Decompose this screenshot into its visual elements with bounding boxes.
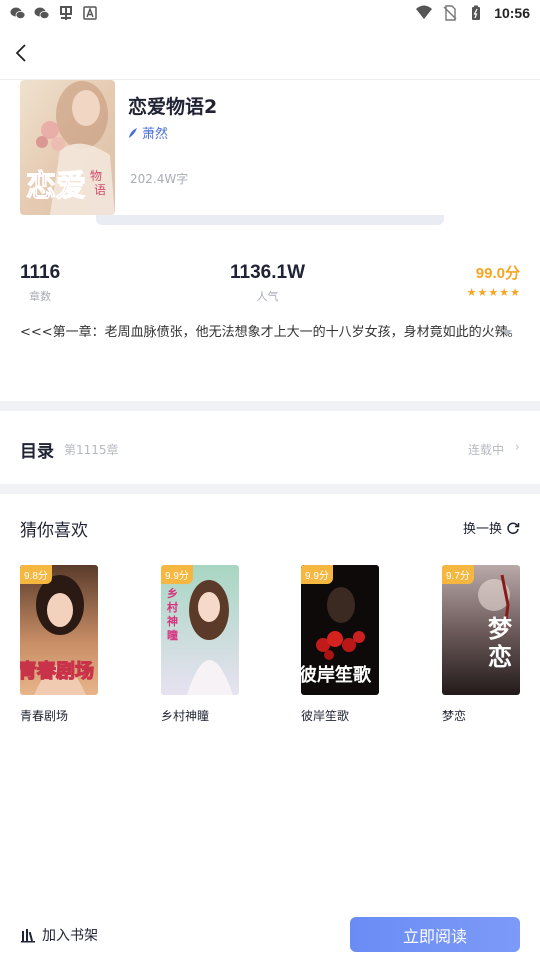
recommend-item[interactable]: 乡 村 神 瞳 9.9分 乡村神瞳	[161, 565, 241, 724]
latest-chapter: 第1115章	[64, 443, 119, 457]
score-value: 99.0分	[475, 265, 520, 282]
star-icon: ★	[488, 286, 499, 299]
svg-text:神: 神	[167, 614, 178, 628]
cover-shadow	[96, 215, 444, 225]
recommend-score: 9.8分	[20, 565, 52, 584]
author-name: 萧然	[142, 127, 169, 142]
serial-status: 连载中	[467, 443, 504, 457]
refresh-icon	[507, 522, 520, 534]
section-divider	[0, 401, 540, 411]
popularity-label: 人气	[256, 290, 279, 303]
recommend-name: 乡村神瞳	[161, 709, 210, 723]
status-time: 10:56	[494, 5, 530, 21]
recommend-score: 9.7分	[442, 565, 474, 584]
recommend-cover: 乡 村 神 瞳 9.9分	[161, 565, 239, 695]
chevron-left-icon	[15, 44, 26, 62]
catalog-title: 目录	[20, 442, 54, 462]
read-now-button[interactable]: 立即阅读	[350, 917, 520, 952]
add-to-shelf-button[interactable]: 加入书架	[20, 925, 98, 945]
star-icon: ★	[510, 286, 520, 299]
no-sim-icon	[443, 5, 457, 21]
bookshelf-icon	[21, 929, 35, 943]
catalog-row[interactable]: 目录 第1115章 连载中 ›	[0, 412, 540, 484]
recommend-cover-title: 彼岸笙歌	[301, 664, 372, 686]
refresh-button[interactable]: 换一换	[463, 518, 520, 537]
recommend-item[interactable]: 彼岸笙歌 9.9分 彼岸笙歌	[301, 565, 381, 724]
cover-title-text: 恋爱	[26, 169, 86, 204]
back-button[interactable]	[6, 38, 36, 68]
refresh-label: 换一换	[462, 522, 502, 537]
recommend-title: 猜你喜欢	[20, 521, 88, 541]
recommend-item[interactable]: 青春剧场 9.8分 青春剧场	[20, 565, 100, 724]
recommend-name: 梦恋	[442, 709, 467, 723]
star-icon: ★	[477, 286, 488, 299]
status-bar: 10:56	[0, 0, 540, 26]
chevron-right-icon: ›	[514, 440, 520, 455]
recommend-name: 青春剧场	[20, 709, 69, 723]
battery-icon	[472, 5, 481, 20]
recommend-score: 9.9分	[301, 565, 333, 584]
popularity-value: 1136.1W	[230, 262, 305, 283]
section-divider	[0, 484, 540, 494]
star-icon: ★	[466, 286, 477, 299]
recommend-cover: 梦 恋 9.7分	[442, 565, 520, 695]
expand-triangle-icon[interactable]	[500, 328, 514, 338]
wechat-icon	[10, 7, 26, 19]
author-row[interactable]: 萧然	[128, 123, 168, 142]
recommend-cover-title: 青春剧场	[20, 659, 94, 682]
recommend-name: 彼岸笙歌	[301, 709, 350, 723]
svg-text:瞳: 瞳	[167, 628, 178, 642]
feather-pen-icon	[129, 127, 137, 138]
book-title: 恋爱物语2	[128, 96, 218, 118]
top-nav-bar	[0, 26, 540, 80]
svg-text:语: 语	[94, 183, 106, 197]
recommend-cover: 彼岸笙歌 9.9分	[301, 565, 379, 695]
app-icon	[60, 6, 72, 20]
recommend-cover: 青春剧场 9.8分	[20, 565, 98, 695]
word-count: 202.4W字	[130, 172, 189, 186]
bottom-action-bar: 加入书架 立即阅读	[0, 908, 540, 960]
stat-chapters: 1116 章数	[20, 262, 60, 304]
recommend-score: 9.9分	[161, 565, 193, 584]
star-rating: ★ ★ ★ ★ ★	[467, 287, 520, 298]
svg-text:村: 村	[167, 600, 178, 614]
wechat-icon	[34, 7, 50, 19]
book-intro[interactable]: <<<第一章：老周血脉偾张，他无法想象才上大一的十八岁女孩，身材竟如此的火辣。	[20, 321, 520, 340]
recommend-cover-title: 乡	[167, 587, 178, 600]
svg-text:物: 物	[90, 169, 102, 183]
stat-score: 99.0分 ★ ★ ★ ★ ★	[467, 262, 520, 298]
recommend-cover-title: 梦	[488, 614, 513, 643]
chapters-value: 1116	[20, 262, 61, 283]
chapters-label: 章数	[29, 290, 52, 303]
recommend-item[interactable]: 梦 恋 9.7分 梦恋	[442, 565, 522, 724]
text-icon	[83, 6, 97, 20]
stat-popularity: 1136.1W 人气	[230, 262, 305, 304]
add-to-shelf-label: 加入书架	[42, 928, 98, 944]
wifi-icon	[416, 5, 433, 19]
svg-text:恋: 恋	[488, 642, 512, 671]
book-cover: 恋爱 物 语	[20, 80, 115, 215]
star-icon: ★	[499, 286, 510, 299]
